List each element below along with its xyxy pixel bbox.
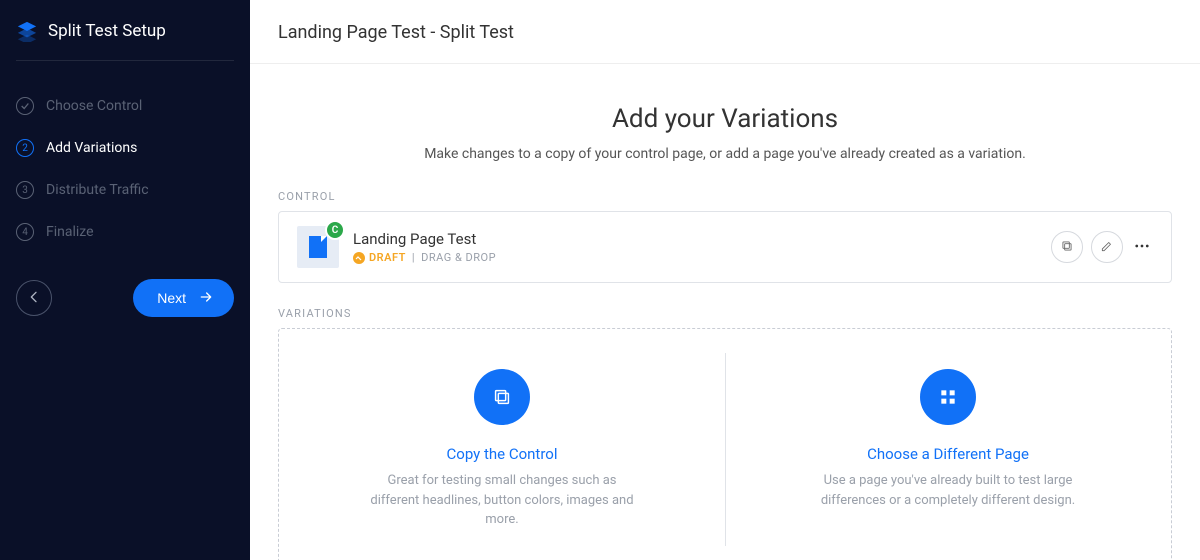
- control-thumbnail: C: [297, 226, 339, 268]
- control-card: C Landing Page Test DRAFT | DRAG & DROP: [278, 211, 1172, 283]
- meta-separator: |: [412, 251, 415, 264]
- duplicate-button[interactable]: [1051, 231, 1083, 263]
- option-choose-different[interactable]: Choose a Different Page Use a page you'v…: [725, 369, 1171, 530]
- step-label: Choose Control: [46, 98, 142, 114]
- step-label: Finalize: [46, 224, 94, 240]
- grid-icon: [920, 369, 976, 425]
- option-desc: Use a page you've already built to test …: [808, 471, 1088, 510]
- wizard-steps: Choose Control 2 Add Variations 3 Distri…: [0, 61, 250, 253]
- variations-section-label: VARIATIONS: [278, 307, 1172, 320]
- sidebar-header: Split Test Setup: [0, 0, 250, 60]
- pencil-icon: [1100, 239, 1114, 256]
- step-distribute-traffic[interactable]: 3 Distribute Traffic: [0, 169, 250, 211]
- edit-button[interactable]: [1091, 231, 1123, 263]
- vertical-divider: [725, 353, 726, 546]
- control-info: Landing Page Test DRAFT | DRAG & DROP: [353, 230, 1037, 264]
- draft-dot-icon: [353, 252, 365, 264]
- step-number-icon: 4: [16, 223, 34, 241]
- step-finalize[interactable]: 4 Finalize: [0, 211, 250, 253]
- control-name: Landing Page Test: [353, 230, 1037, 248]
- next-button[interactable]: Next: [133, 279, 234, 317]
- document-icon: [309, 236, 327, 258]
- copy-icon: [1060, 239, 1074, 256]
- control-section-label: CONTROL: [278, 190, 1172, 203]
- content-area: Add your Variations Make changes to a co…: [250, 64, 1200, 560]
- sidebar-actions: Next: [0, 253, 250, 317]
- control-badge: C: [325, 220, 345, 240]
- logo-icon: [16, 20, 38, 42]
- sidebar: Split Test Setup Choose Control 2 Add Va…: [0, 0, 250, 560]
- subheading: Make changes to a copy of your control p…: [278, 146, 1172, 162]
- option-copy-control[interactable]: Copy the Control Great for testing small…: [279, 369, 725, 530]
- step-label: Add Variations: [46, 140, 137, 156]
- sidebar-title: Split Test Setup: [48, 21, 166, 41]
- option-desc: Great for testing small changes such as …: [362, 471, 642, 530]
- step-number-icon: 2: [16, 139, 34, 157]
- step-choose-control[interactable]: Choose Control: [0, 85, 250, 127]
- step-number-icon: 3: [16, 181, 34, 199]
- page-title: Landing Page Test - Split Test: [250, 0, 1200, 64]
- step-label: Distribute Traffic: [46, 182, 149, 198]
- option-title: Choose a Different Page: [867, 445, 1029, 463]
- status-badge: DRAFT: [353, 251, 406, 264]
- variations-box: Copy the Control Great for testing small…: [278, 328, 1172, 560]
- more-button[interactable]: [1131, 233, 1153, 262]
- arrow-left-icon: [26, 289, 42, 308]
- option-title: Copy the Control: [447, 445, 558, 463]
- builder-type: DRAG & DROP: [421, 251, 496, 264]
- more-horizontal-icon: [1133, 243, 1151, 258]
- back-button[interactable]: [16, 280, 52, 316]
- step-add-variations[interactable]: 2 Add Variations: [0, 127, 250, 169]
- arrow-right-icon: [198, 289, 214, 308]
- control-actions: [1051, 231, 1153, 263]
- main-content: Landing Page Test - Split Test Add your …: [250, 0, 1200, 560]
- copy-icon: [474, 369, 530, 425]
- heading: Add your Variations: [278, 104, 1172, 134]
- next-button-label: Next: [157, 290, 186, 306]
- control-meta: DRAFT | DRAG & DROP: [353, 251, 1037, 264]
- check-icon: [16, 97, 34, 115]
- status-text: DRAFT: [369, 251, 406, 264]
